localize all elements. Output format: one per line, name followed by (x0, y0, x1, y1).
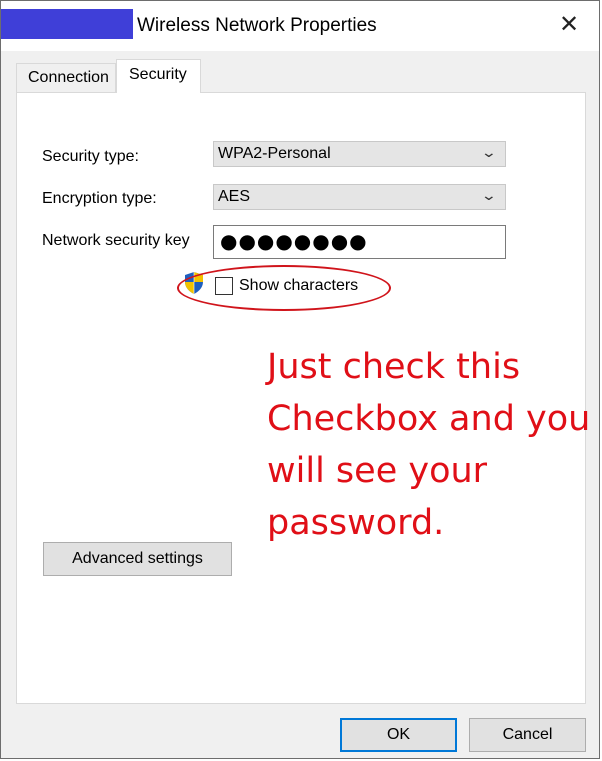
wireless-properties-window: Wireless Network Properties ✕ Connection… (0, 0, 600, 759)
highlight-ellipse (177, 265, 391, 311)
window-title: Wireless Network Properties (137, 15, 377, 36)
security-type-label: Security type: (42, 148, 139, 165)
network-key-label: Network security key (42, 232, 190, 249)
advanced-settings-button[interactable]: Advanced settings (43, 542, 232, 576)
encryption-type-label: Encryption type: (42, 190, 157, 207)
close-icon[interactable]: ✕ (555, 11, 583, 39)
security-type-value: WPA2-Personal (218, 145, 331, 162)
encryption-type-value: AES (218, 188, 251, 205)
title-bar: Wireless Network Properties ✕ (1, 1, 599, 51)
annotation-text: Just check this Checkbox and you will se… (267, 347, 591, 543)
tab-connection[interactable]: Connection (16, 63, 116, 92)
security-type-select[interactable]: WPA2-Personal ⌄ (213, 141, 506, 167)
chevron-down-icon: ⌄ (480, 187, 498, 203)
cancel-button[interactable]: Cancel (469, 718, 586, 752)
ok-button[interactable]: OK (340, 718, 457, 752)
title-redaction-block (1, 9, 133, 39)
network-key-input[interactable]: ●●●●●●●● (213, 225, 506, 259)
encryption-type-select[interactable]: AES ⌄ (213, 184, 506, 210)
chevron-down-icon: ⌄ (480, 144, 498, 160)
tab-security[interactable]: Security (116, 59, 201, 93)
